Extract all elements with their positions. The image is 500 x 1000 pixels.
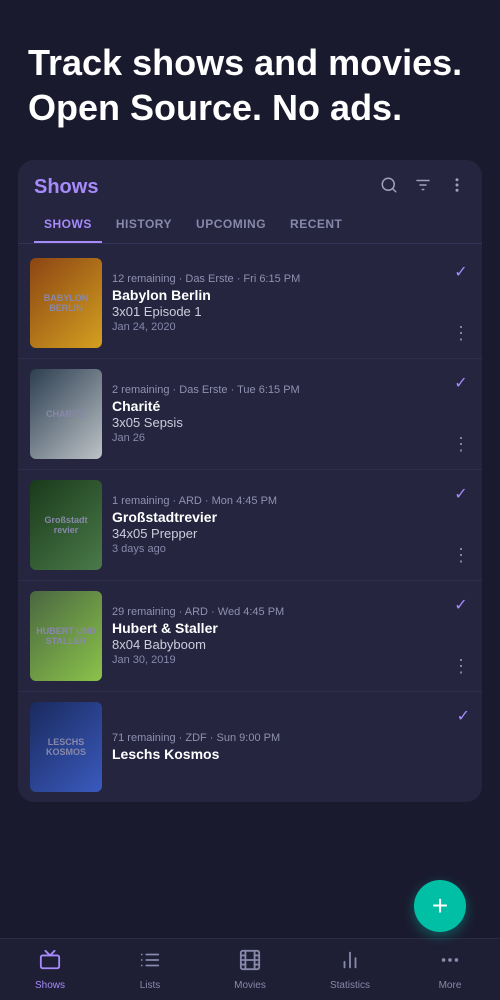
show-info: 12 remaining · Das Erste · Fri 6:15 PM B… — [112, 258, 452, 348]
table-row[interactable]: HUBERT UND STALLER 29 remaining · ARD · … — [18, 581, 482, 692]
show-thumbnail: Großstadt revier — [30, 480, 102, 570]
show-list: BABYLON BERLIN 12 remaining · Das Erste … — [18, 248, 482, 802]
thumb-label: CHARITÉ — [42, 405, 90, 423]
show-thumbnail: HUBERT UND STALLER — [30, 591, 102, 681]
show-name: Leschs Kosmos — [112, 746, 457, 762]
card-header: Shows — [18, 160, 482, 207]
show-name: Großstadtrevier — [112, 509, 452, 525]
tv-icon — [39, 949, 61, 977]
hero-section: Track shows and movies. Open Source. No … — [0, 0, 500, 160]
nav-label-movies: Movies — [234, 980, 266, 991]
tab-recent[interactable]: RECENT — [280, 207, 352, 243]
watched-check-icon[interactable]: ✓ — [454, 262, 467, 282]
nav-label-statistics: Statistics — [330, 980, 370, 991]
item-overflow-icon[interactable]: ⋮ — [452, 434, 470, 455]
show-meta: 2 remaining · Das Erste · Tue 6:15 PM — [112, 384, 452, 396]
tab-history[interactable]: HISTORY — [106, 207, 182, 243]
tab-upcoming[interactable]: UPCOMING — [186, 207, 276, 243]
show-thumbnail: BABYLON BERLIN — [30, 258, 102, 348]
show-thumbnail: LESCHS KOSMOS — [30, 702, 102, 792]
card-icons — [380, 176, 466, 199]
show-date: 3 days ago — [112, 543, 452, 555]
table-row[interactable]: LESCHS KOSMOS 71 remaining · ZDF · Sun 9… — [18, 692, 482, 802]
list-icon — [139, 949, 161, 977]
show-info: 1 remaining · ARD · Mon 4:45 PM Großstad… — [112, 480, 452, 570]
bottom-navigation: Shows Lists Movies Statistics More — [0, 938, 500, 1000]
search-icon[interactable] — [380, 176, 398, 199]
show-name: Babylon Berlin — [112, 287, 452, 303]
show-actions: ✓ — [457, 702, 470, 792]
thumb-label: HUBERT UND STALLER — [30, 622, 102, 650]
show-info: 29 remaining · ARD · Wed 4:45 PM Hubert … — [112, 591, 452, 681]
show-thumbnail: CHARITÉ — [30, 369, 102, 459]
show-actions: ✓ ⋮ — [452, 480, 470, 570]
show-date: Jan 30, 2019 — [112, 654, 452, 666]
tabs-bar: SHOWS HISTORY UPCOMING RECENT — [18, 207, 482, 244]
item-overflow-icon[interactable]: ⋮ — [452, 656, 470, 677]
show-info: 71 remaining · ZDF · Sun 9:00 PM Leschs … — [112, 702, 457, 792]
nav-item-more[interactable]: More — [400, 949, 500, 991]
show-actions: ✓ ⋮ — [452, 258, 470, 348]
nav-item-shows[interactable]: Shows — [0, 949, 100, 991]
table-row[interactable]: BABYLON BERLIN 12 remaining · Das Erste … — [18, 248, 482, 359]
card-title: Shows — [34, 176, 380, 199]
show-actions: ✓ ⋮ — [452, 591, 470, 681]
show-name: Charité — [112, 398, 452, 414]
thumb-label: BABYLON BERLIN — [30, 289, 102, 317]
nav-item-lists[interactable]: Lists — [100, 949, 200, 991]
nav-item-statistics[interactable]: Statistics — [300, 949, 400, 991]
show-episode: 8x04 Babyboom — [112, 637, 452, 652]
bar-chart-icon — [339, 949, 361, 977]
item-overflow-icon[interactable]: ⋮ — [452, 545, 470, 566]
watched-check-icon[interactable]: ✓ — [454, 484, 467, 504]
show-date: Jan 24, 2020 — [112, 321, 452, 333]
nav-label-more: More — [439, 980, 462, 991]
show-meta: 12 remaining · Das Erste · Fri 6:15 PM — [112, 273, 452, 285]
show-episode: 3x05 Sepsis — [112, 415, 452, 430]
thumb-label: LESCHS KOSMOS — [30, 733, 102, 761]
tab-shows[interactable]: SHOWS — [34, 207, 102, 243]
add-show-fab[interactable]: + — [414, 880, 466, 932]
show-meta: 71 remaining · ZDF · Sun 9:00 PM — [112, 732, 457, 744]
plus-icon: + — [432, 890, 448, 922]
table-row[interactable]: CHARITÉ 2 remaining · Das Erste · Tue 6:… — [18, 359, 482, 470]
table-row[interactable]: Großstadt revier 1 remaining · ARD · Mon… — [18, 470, 482, 581]
show-name: Hubert & Staller — [112, 620, 452, 636]
app-card: Shows SHOWS HISTORY UPCOMING RECENT BABY… — [18, 160, 482, 802]
movie-icon — [239, 949, 261, 977]
nav-label-shows: Shows — [35, 980, 65, 991]
filter-icon[interactable] — [414, 176, 432, 199]
watched-check-icon[interactable]: ✓ — [457, 706, 470, 726]
item-overflow-icon[interactable]: ⋮ — [452, 323, 470, 344]
show-episode: 34x05 Prepper — [112, 526, 452, 541]
overflow-menu-icon[interactable] — [448, 176, 466, 199]
show-meta: 1 remaining · ARD · Mon 4:45 PM — [112, 495, 452, 507]
more-horiz-icon — [439, 949, 461, 977]
show-date: Jan 26 — [112, 432, 452, 444]
nav-item-movies[interactable]: Movies — [200, 949, 300, 991]
show-episode: 3x01 Episode 1 — [112, 304, 452, 319]
show-meta: 29 remaining · ARD · Wed 4:45 PM — [112, 606, 452, 618]
thumb-label: Großstadt revier — [30, 511, 102, 539]
nav-label-lists: Lists — [140, 980, 161, 991]
watched-check-icon[interactable]: ✓ — [454, 595, 467, 615]
hero-title: Track shows and movies. Open Source. No … — [28, 40, 472, 130]
watched-check-icon[interactable]: ✓ — [454, 373, 467, 393]
show-actions: ✓ ⋮ — [452, 369, 470, 459]
show-info: 2 remaining · Das Erste · Tue 6:15 PM Ch… — [112, 369, 452, 459]
